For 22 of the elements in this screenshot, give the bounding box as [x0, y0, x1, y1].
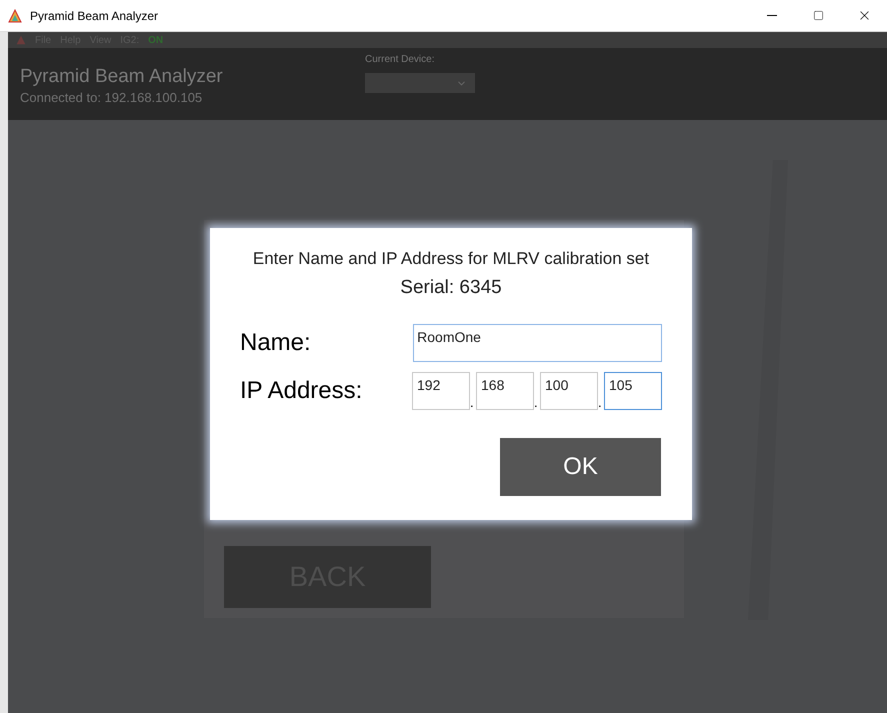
- app-logo-icon: [16, 35, 26, 45]
- octet-separator: .: [534, 396, 539, 410]
- dialog-heading: Enter Name and IP Address for MLRV calibration set: [252, 248, 650, 270]
- serial-number: Serial: 6345: [399, 276, 503, 300]
- minimize-icon: [767, 15, 777, 16]
- device-label: Current Device:: [365, 53, 436, 67]
- name-label: Name:: [240, 328, 312, 358]
- octet-separator: .: [598, 396, 603, 410]
- device-dropdown[interactable]: [365, 73, 475, 93]
- app-title: Pyramid Beam Analyzer: [20, 66, 224, 88]
- app-logo-icon: [8, 8, 22, 22]
- name-field[interactable]: RoomOne: [413, 324, 662, 362]
- window-title: Pyramid Beam Analyzer: [30, 8, 158, 24]
- ip-octet-field[interactable]: 105: [604, 372, 662, 410]
- connection-status: Connected to: 192.168.100.105: [20, 89, 204, 107]
- maximize-icon: [812, 10, 824, 21]
- ip-octet-field[interactable]: 100: [540, 372, 598, 410]
- ip-octet-field[interactable]: 192: [412, 372, 470, 410]
- ip-octet-field[interactable]: 168: [476, 372, 534, 410]
- ok-button[interactable]: OK: [500, 438, 661, 496]
- ip-address-label: IP Address:: [240, 376, 364, 406]
- octet-separator: .: [470, 396, 475, 410]
